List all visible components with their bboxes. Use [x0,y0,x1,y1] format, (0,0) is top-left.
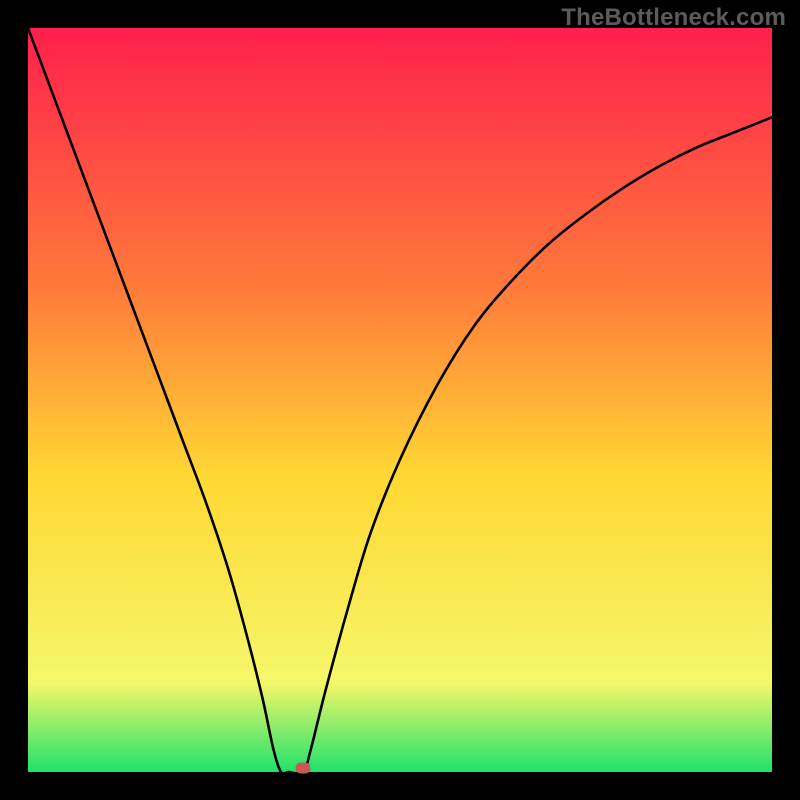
chart-frame: TheBottleneck.com [0,0,800,800]
gradient-background [28,28,772,772]
bottleneck-plot [28,28,772,772]
optimal-point-marker [296,763,311,774]
